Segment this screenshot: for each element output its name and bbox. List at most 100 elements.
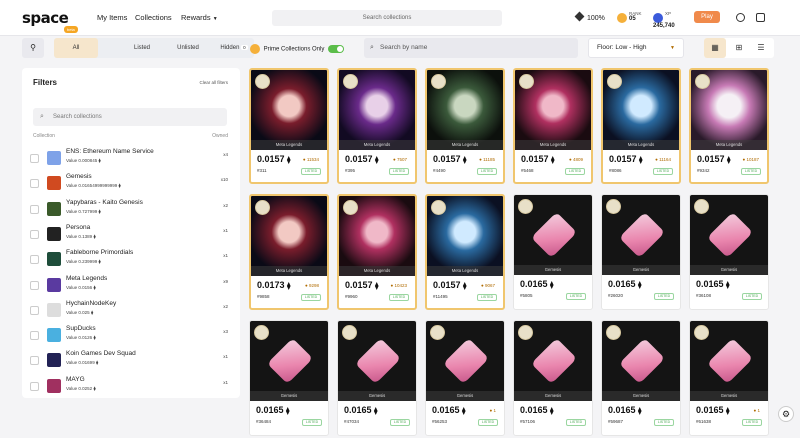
collection-value: Value 0.01699 ⧫ [66, 360, 99, 366]
nft-card[interactable]: Meta Legends 0.0157 ⧫ ● 10187 #9342 LISTED [689, 68, 769, 184]
collection-filter-item[interactable]: Gemesis Value 0.01654999999999 ⧫ x10 [30, 173, 230, 197]
nft-card[interactable]: Gemesis 0.0165 ⧫ #59687 LISTED [601, 320, 681, 436]
token-id: #395 [345, 168, 356, 173]
nft-card[interactable]: Meta Legends 0.0157 ⧫ ● 11185 #4490 LISTED [425, 68, 505, 184]
nav-my-items[interactable]: My Items [97, 13, 127, 22]
tab-listed[interactable]: Listed [120, 38, 164, 58]
nft-card[interactable]: Gemesis 0.0165 ⧫ #5805 LISTED [513, 194, 593, 310]
collection-filter-item[interactable]: SupDucks Value 0.0126 ⧫ x3 [30, 325, 230, 349]
collection-name: HychainNodeKey [66, 299, 117, 307]
nft-card[interactable]: Gemesis 0.0165 ⧫ #36484 LISTED [249, 320, 329, 436]
collection-filter-item[interactable]: Meta Legends Value 0.0156 ⧫ x9 [30, 275, 230, 299]
collection-filter-item[interactable]: HychainNodeKey Value 0.025 ⧫ x2 [30, 300, 230, 324]
nft-card[interactable]: Gemesis 0.0165 ⧫ ● 1 #61638 LISTED [689, 320, 769, 436]
collection-value: Value 0.239999 ⧫ [66, 259, 101, 265]
nft-card[interactable]: Gemesis 0.0165 ⧫ #57106 LISTED [513, 320, 593, 436]
rank-icon: ● [305, 283, 308, 288]
view-toggle: ▦ ⊞ ☰ [704, 38, 774, 58]
token-id: #5468 [521, 168, 534, 173]
collection-checkbox[interactable] [30, 331, 39, 341]
rarity-rank: ● 9298 [305, 283, 319, 288]
nft-card[interactable]: Meta Legends 0.0173 ⧫ ● 9298 #9858 LISTED [249, 194, 329, 310]
card-price: 0.0157 ⧫ [697, 154, 731, 164]
search-collections-input[interactable]: Search collections [272, 10, 502, 26]
collection-filter-item[interactable]: ENS: Ethereum Name Service Value 0.000845… [30, 148, 230, 172]
collection-filter-item[interactable]: MAYG Value 0.0252 ⧫ x1 [30, 376, 230, 398]
token-id: #8086 [609, 168, 622, 173]
clear-filters-button[interactable]: Clear all filters [199, 80, 228, 85]
collection-checkbox[interactable] [30, 356, 39, 366]
nft-card[interactable]: Meta Legends 0.0157 ⧫ ● 11164 #8086 LISTED [601, 68, 681, 184]
collection-badge-icon [694, 199, 709, 214]
percent-indicator: 100% [574, 11, 605, 22]
xp-label: XP [665, 11, 672, 16]
nav-collections[interactable]: Collections [135, 13, 172, 22]
token-id: #61638 [696, 419, 712, 424]
nft-card[interactable]: Gemesis 0.0165 ⧫ #36108 LISTED [689, 194, 769, 310]
collection-filter-item[interactable]: Persona Value 0.1389 ⧫ x1 [30, 224, 230, 248]
collection-avatar [47, 378, 61, 393]
card-collection-name: Meta Legends [251, 140, 327, 150]
filters-title: Filters [33, 78, 58, 87]
sidebar-search-input[interactable]: ⌕ Search collections [33, 108, 227, 126]
collection-checkbox[interactable] [30, 305, 39, 315]
nft-card[interactable]: Gemesis 0.0165 ⧫ ● 1 #56253 LISTED [425, 320, 505, 436]
tab-unlisted[interactable]: Unlisted [166, 38, 210, 58]
nav-rewards[interactable]: Rewards ▼ [181, 13, 218, 22]
sort-dropdown[interactable]: Floor: Low - High ▼ [588, 38, 684, 58]
support-button[interactable]: ⚙ [778, 406, 794, 422]
nft-card[interactable]: Meta Legends 0.0157 ⧫ ● 11534 #311 LISTED [249, 68, 329, 184]
collection-value: Value 0.01654999999999 ⧫ [66, 183, 121, 189]
card-collection-name: Meta Legends [251, 266, 327, 276]
collection-filter-item[interactable]: Yapybaras - Kaito Genesis Value 0.727999 … [30, 199, 230, 223]
card-collection-name: Meta Legends [339, 266, 415, 276]
collection-checkbox[interactable] [30, 179, 39, 189]
search-icon: ⌕ [40, 113, 44, 120]
prime-filter[interactable]: Prime Collections Only [250, 44, 345, 54]
collection-checkbox[interactable] [30, 280, 39, 290]
filter-toolbar: ⚲ All Listed Unlisted Hidden 0 Prime Col… [22, 38, 777, 60]
nft-card[interactable]: Meta Legends 0.0157 ⧫ ● 7507 #395 LISTED [337, 68, 417, 184]
list-icon[interactable]: ☰ [750, 38, 772, 58]
nft-card[interactable]: Meta Legends 0.0157 ⧫ ● 10423 #9960 LISTED [337, 194, 417, 310]
nft-card[interactable]: Meta Legends 0.0157 ⧫ ● 9067 #11495 LISTED [425, 194, 505, 310]
eth-icon: ⧫ [463, 283, 467, 290]
collection-filter-item[interactable]: Fableborne Primordials Value 0.239999 ⧫ x1 [30, 249, 230, 273]
tab-all[interactable]: All [54, 38, 98, 58]
prime-toggle[interactable] [328, 45, 345, 53]
beta-badge: beta [64, 26, 78, 33]
collection-avatar [47, 176, 61, 191]
collection-checkbox[interactable] [30, 204, 39, 214]
collection-avatar [47, 302, 61, 317]
eth-icon: ⧫ [726, 408, 730, 415]
collection-badge-icon [343, 74, 358, 89]
tab-hidden[interactable]: Hidden 0 [216, 38, 252, 58]
search-by-name-input[interactable]: ⌕ Search by name [364, 38, 578, 58]
collection-name: Fableborne Primordials [66, 249, 134, 257]
play-button[interactable]: Play [694, 11, 720, 23]
grid-large-icon[interactable]: ▦ [704, 38, 726, 58]
collection-checkbox[interactable] [30, 229, 39, 239]
grid-small-icon[interactable]: ⊞ [728, 38, 750, 58]
card-price: 0.0157 ⧫ [257, 154, 291, 164]
eth-icon: ⧫ [638, 282, 642, 289]
card-collection-name: Gemesis [514, 265, 592, 275]
collection-checkbox[interactable] [30, 154, 39, 163]
rarity-rank: ● 11164 [655, 157, 671, 162]
token-id: #9858 [257, 294, 270, 299]
nft-card[interactable]: Meta Legends 0.0157 ⧫ ● 4809 #5468 LISTED [513, 68, 593, 184]
filter-toggle-button[interactable]: ⚲ [22, 38, 44, 58]
eth-icon: ⧫ [287, 157, 291, 164]
nft-card[interactable]: Gemesis 0.0165 ⧫ #47034 LISTED [337, 320, 417, 436]
collection-badge-icon [519, 74, 534, 89]
eth-icon: ⧫ [93, 385, 96, 391]
collection-checkbox[interactable] [30, 381, 39, 391]
user-icon[interactable] [736, 13, 745, 22]
gem-graphic [355, 338, 401, 384]
collection-checkbox[interactable] [30, 255, 39, 265]
logo[interactable]: space [22, 9, 69, 27]
rank-icon: ● [479, 157, 482, 162]
collection-filter-item[interactable]: Koin Games Dev Squad Value 0.01699 ⧫ x1 [30, 350, 230, 374]
wallet-icon[interactable] [756, 13, 765, 22]
nft-card[interactable]: Gemesis 0.0165 ⧫ #26020 LISTED [601, 194, 681, 310]
